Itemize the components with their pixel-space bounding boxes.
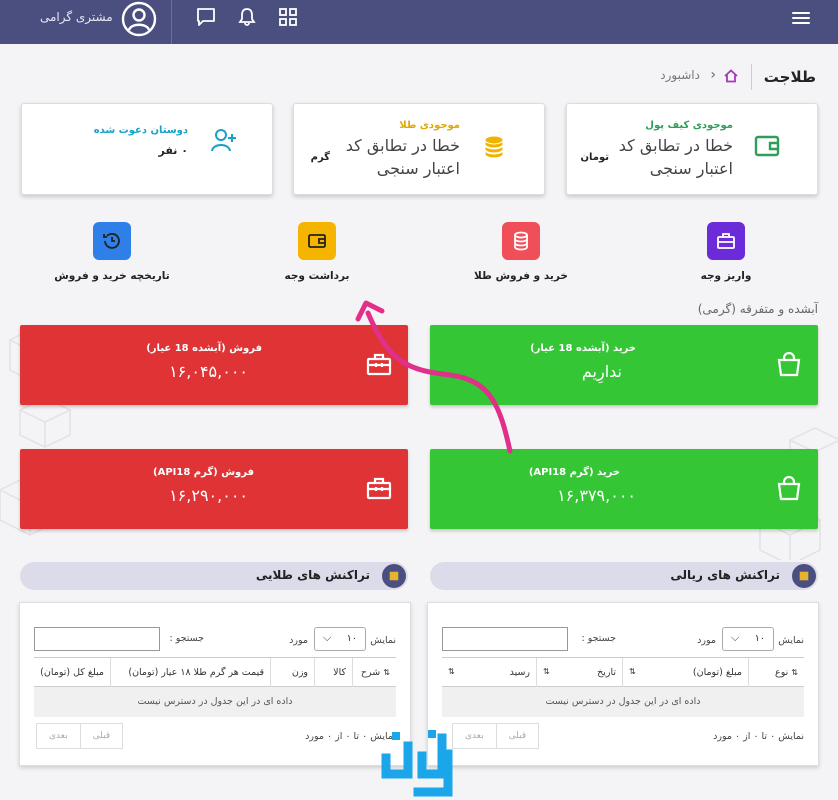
page-size-value: ۱۰ — [346, 633, 357, 644]
prev-button[interactable]: قبلی — [495, 724, 539, 748]
topbar-divider — [171, 0, 172, 44]
column-header[interactable]: وزن — [270, 658, 314, 688]
buy-melted-title: خرید (آبشده 18 عیار) — [530, 343, 636, 354]
items-label: مورد — [289, 635, 308, 646]
sell-api-value: ۱۶,۲۹۰,۰۰۰ — [169, 486, 248, 505]
user-avatar-icon[interactable] — [120, 0, 158, 38]
gold-transactions-header: تراکنش های طلایی — [20, 562, 408, 590]
hamburger-menu-icon[interactable] — [792, 9, 810, 25]
rial-transactions-header: تراکنش های ریالی — [430, 562, 818, 590]
pagination: قبلی بعدی — [36, 723, 124, 749]
breadcrumb-current[interactable]: داشبورد — [660, 68, 700, 82]
sell-melted-value: ۱۶,۰۴۵,۰۰۰ — [169, 362, 248, 381]
breadcrumb-divider — [751, 64, 752, 90]
gold-unit: گرم — [310, 152, 330, 163]
page-title: طلاجت — [763, 68, 816, 86]
wallet-value: خطا در تطابق کد اعتبار سنجی — [618, 136, 733, 178]
history-icon — [93, 222, 131, 260]
watermark-logo — [381, 730, 453, 797]
empty-message: داده ای در این جدول در دسترس نیست — [34, 687, 396, 717]
show-label: نمایش — [778, 635, 804, 646]
pagination: قبلی بعدی — [452, 723, 540, 749]
empty-message: داده ای در این جدول در دسترس نیست — [442, 687, 804, 717]
chat-icon[interactable] — [196, 7, 216, 27]
search-label: جستجو : — [169, 633, 204, 644]
column-header[interactable]: کالا — [314, 658, 352, 688]
briefcase-icon — [707, 222, 745, 260]
withdraw-label: برداشت وجه — [284, 270, 350, 282]
chevron-down-icon: ⌵ — [731, 631, 740, 644]
friends-count: ۰ نفر — [158, 144, 188, 157]
wallet-icon — [754, 135, 780, 157]
shopping-bag-icon — [777, 351, 801, 377]
column-header[interactable]: رسید ⇅ — [442, 658, 536, 688]
buy-sell-gold-action[interactable]: خرید و فروش طلا — [461, 222, 581, 282]
gold-value: خطا در تطابق کد اعتبار سنجی — [345, 136, 460, 178]
history-label: تاریخچه خرید و فروش — [54, 270, 170, 282]
add-user-icon — [211, 129, 236, 152]
gold-table-header: ⇅ شرح کالا وزن قیمت هر گرم طلا ۱۸ عیار (… — [34, 657, 396, 688]
chevron-left-icon: ‹ — [710, 67, 716, 83]
receipt-icon — [792, 564, 816, 588]
column-header[interactable]: مبلغ (تومان) ⇅ — [622, 658, 748, 688]
coins-icon — [484, 135, 504, 159]
database-icon — [502, 222, 540, 260]
deposit-action[interactable]: واریز وجه — [666, 222, 786, 282]
section-label: آبشده و متفرقه (گرمی) — [697, 302, 818, 316]
bell-icon[interactable] — [237, 7, 257, 27]
page-size-select[interactable]: ۱۰ ⌵ — [722, 627, 774, 651]
buy-sell-gold-label: خرید و فروش طلا — [474, 270, 568, 282]
buy-api-title: خرید (گرم API18) — [528, 467, 620, 478]
search-label: جستجو : — [581, 633, 616, 644]
column-header[interactable]: ⇅ شرح — [352, 658, 396, 688]
chevron-down-icon: ⌵ — [323, 631, 332, 644]
friends-title: دوستان دعوت شده — [93, 125, 188, 136]
prev-button[interactable]: قبلی — [79, 724, 123, 748]
search-input[interactable] — [442, 627, 568, 651]
shopping-bag-icon — [777, 475, 801, 501]
receipt-icon — [382, 564, 406, 588]
wallet-unit: تومان — [580, 152, 609, 163]
invited-friends-card: دوستان دعوت شده ۰ نفر — [21, 103, 273, 195]
user-name[interactable]: مشتری گرامی — [40, 10, 113, 24]
sell-melted-title: فروش (آبشده 18 عیار) — [146, 343, 262, 354]
sell-api-title: فروش (گرم API18) — [153, 467, 254, 478]
toolbox-icon — [366, 477, 392, 500]
page-size-value: ۱۰ — [754, 633, 765, 644]
gold-balance-card: موجودی طلا خطا در تطابق کد اعتبار سنجی گ… — [293, 103, 545, 195]
gold-transactions-panel: نمایش ۱۰ ⌵ مورد جستجو : ⇅ شرح کالا وزن ق… — [19, 602, 411, 766]
next-button[interactable]: بعدی — [37, 724, 80, 748]
wallet-balance-card: موجودی کیف پول خطا در تطابق کد اعتبار سن… — [566, 103, 818, 195]
annotation-arrow — [355, 300, 513, 454]
gold-title: موجودی طلا — [399, 120, 460, 131]
wallet-icon — [298, 222, 336, 260]
rial-transactions-panel: نمایش ۱۰ ⌵ مورد جستجو : ⇅ نوع مبلغ (توما… — [427, 602, 819, 766]
column-header[interactable]: مبلغ کل (تومان) — [34, 658, 110, 688]
column-header[interactable]: تاریخ ⇅ — [536, 658, 622, 688]
grid-icon[interactable] — [278, 7, 298, 27]
buy-api-value: ۱۶,۳۷۹,۰۰۰ — [557, 486, 636, 505]
history-action[interactable]: تاریخچه خرید و فروش — [52, 222, 172, 282]
wallet-title: موجودی کیف پول — [645, 120, 733, 131]
page-size-select[interactable]: ۱۰ ⌵ — [314, 627, 366, 651]
withdraw-action[interactable]: برداشت وجه — [257, 222, 377, 282]
items-label: مورد — [697, 635, 716, 646]
rial-table-header: ⇅ نوع مبلغ (تومان) ⇅ تاریخ ⇅ رسید ⇅ — [442, 657, 804, 688]
search-input[interactable] — [34, 627, 160, 651]
deposit-label: واریز وجه — [700, 270, 752, 282]
rial-transactions-title: تراکنش های ریالی — [670, 568, 780, 582]
table-info: نمایش ۰ تا ۰ از ۰ مورد — [713, 731, 804, 742]
gold-transactions-title: تراکنش های طلایی — [255, 568, 370, 582]
column-header[interactable]: ⇅ نوع — [748, 658, 804, 688]
top-bar: مشتری گرامی — [0, 0, 838, 44]
show-label: نمایش — [370, 635, 396, 646]
column-header[interactable]: قیمت هر گرم طلا ۱۸ عیار (تومان) — [110, 658, 270, 688]
home-icon[interactable] — [724, 69, 738, 83]
buy-melted-value: ندارِیم — [581, 362, 622, 381]
